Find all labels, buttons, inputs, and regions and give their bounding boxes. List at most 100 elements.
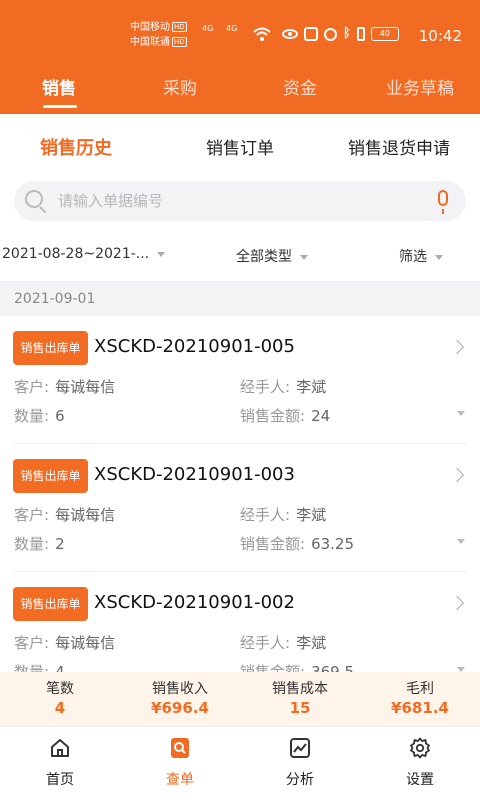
summary-profit: 毛利 ¥681.4 (360, 680, 480, 718)
filter-bar: 2021-08-28~2021-... 全部类型 筛选 (0, 228, 480, 282)
order-number: XSCKD-20210901-005 (94, 336, 295, 357)
nav-analysis[interactable]: 分析 (240, 737, 360, 789)
quantity-field: 数量: 2 (14, 533, 65, 554)
vibrate-icon (356, 27, 365, 41)
amount-label: 销售金额: (240, 663, 306, 672)
nav-home[interactable]: 首页 (0, 737, 120, 789)
subtab-sales-return[interactable]: 销售退货申请 (348, 134, 450, 159)
order-number: XSCKD-20210901-003 (94, 464, 295, 485)
amount-value: 63.25 (311, 535, 355, 553)
sub-tabs: 销售历史 销售订单 销售退货申请 (0, 114, 480, 176)
handler-value: 李斌 (296, 378, 327, 396)
amount-value: 369.5 (311, 663, 355, 672)
summary-cost: 销售成本 15 (240, 680, 360, 718)
carrier-info: 中国移动 HD 中国联通 HD (130, 20, 187, 50)
status-bar: 中国移动 HD 中国联通 HD 4G 4G ᛒ 40 10:42 (0, 0, 480, 58)
bottom-nav: 首页 查单 分析 设置 (0, 726, 480, 800)
chevron-down-icon (300, 254, 308, 260)
nav-label: 设置 (406, 772, 434, 788)
quantity-label: 数量: (14, 663, 50, 672)
tab-sales[interactable]: 销售 (42, 74, 76, 99)
signal-2-label: 4G (226, 24, 238, 33)
app-header: 中国移动 HD 中国联通 HD 4G 4G ᛒ 40 10:42 销售 采购 资金 … (0, 0, 480, 114)
summary-value: ¥696.4 (151, 699, 209, 717)
wifi-icon (253, 27, 271, 41)
expand-icon[interactable] (457, 411, 465, 416)
order-card[interactable]: 销售出库单 XSCKD-20210901-003 客户: 每诚每信 经手人: 李斌 … (0, 444, 480, 572)
summary-label: 销售成本 (272, 681, 328, 697)
screen-filter-label: 筛选 (399, 249, 427, 265)
handler-label: 经手人: (240, 506, 291, 524)
customer-value: 每诚每信 (55, 378, 116, 396)
chevron-right-icon[interactable] (449, 467, 465, 483)
home-icon (51, 739, 69, 757)
summary-value: 4 (54, 699, 66, 717)
handler-field: 经手人: 李斌 (240, 632, 326, 653)
bluetooth-icon: ᛒ (343, 26, 351, 41)
customer-label: 客户: (14, 378, 50, 396)
search-icon (25, 190, 43, 208)
amount-field: 销售金额: 369.5 (240, 661, 354, 672)
type-filter-label: 全部类型 (236, 249, 292, 265)
quantity-label: 数量: (14, 407, 50, 425)
quantity-field: 数量: 4 (14, 661, 65, 672)
expand-icon[interactable] (457, 539, 465, 544)
order-card[interactable]: 销售出库单 XSCKD-20210901-002 客户: 每诚每信 经手人: 李斌 … (0, 572, 480, 672)
summary-label: 销售收入 (152, 681, 208, 697)
hd-badge: HD (172, 22, 187, 32)
signal-1-label: 4G (202, 24, 214, 33)
chevron-down-icon (157, 251, 166, 257)
active-tab-indicator (43, 105, 77, 108)
customer-field: 客户: 每诚每信 (14, 504, 115, 525)
date-group-label: 2021-09-01 (14, 291, 96, 307)
tab-funds[interactable]: 资金 (283, 74, 317, 99)
chevron-right-icon[interactable] (449, 339, 465, 355)
quantity-field: 数量: 6 (14, 405, 65, 426)
carrier-2: 中国联通 (130, 37, 170, 48)
type-filter[interactable]: 全部类型 (236, 246, 308, 266)
handler-value: 李斌 (296, 506, 327, 524)
nav-search-order[interactable]: 查单 (120, 737, 240, 789)
handler-value: 李斌 (296, 634, 327, 652)
amount-field: 销售金额: 63.25 (240, 533, 354, 554)
amount-label: 销售金额: (240, 407, 306, 425)
summary-label: 毛利 (406, 681, 434, 697)
search-input[interactable] (58, 181, 428, 221)
handler-field: 经手人: 李斌 (240, 376, 326, 397)
amount-value: 24 (311, 407, 331, 425)
summary-label: 笔数 (46, 681, 74, 697)
top-tabs: 销售 采购 资金 业务草稿 (0, 68, 480, 108)
order-list: 销售出库单 XSCKD-20210901-005 客户: 每诚每信 经手人: 李斌 … (0, 316, 480, 672)
battery-icon: 40 (370, 27, 399, 41)
quantity-label: 数量: (14, 535, 50, 553)
search-bar (14, 181, 466, 221)
summary-value: 15 (289, 699, 311, 717)
date-range-label: 2021-08-28~2021-... (2, 246, 150, 262)
tab-purchase[interactable]: 采购 (163, 74, 197, 99)
chart-icon (290, 738, 310, 758)
nav-settings[interactable]: 设置 (360, 737, 480, 789)
order-number: XSCKD-20210901-002 (94, 592, 295, 613)
order-card[interactable]: 销售出库单 XSCKD-20210901-005 客户: 每诚每信 经手人: 李斌 … (0, 316, 480, 444)
date-range-filter[interactable]: 2021-08-28~2021-... (2, 246, 166, 262)
status-icons: ᛒ 40 (282, 27, 399, 41)
chevron-right-icon[interactable] (449, 595, 465, 611)
tab-drafts[interactable]: 业务草稿 (386, 74, 454, 99)
date-group-header: 2021-09-01 (0, 282, 480, 316)
order-type-badge: 销售出库单 (13, 331, 88, 365)
subtab-sales-history[interactable]: 销售历史 (40, 134, 112, 160)
amount-field: 销售金额: 24 (240, 405, 330, 426)
quantity-value: 6 (55, 407, 65, 425)
order-type-badge: 销售出库单 (13, 459, 88, 493)
subtab-sales-orders[interactable]: 销售订单 (206, 134, 274, 159)
summary-revenue: 销售收入 ¥696.4 (120, 680, 240, 718)
clock: 10:42 (418, 27, 462, 45)
screen-filter[interactable]: 筛选 (399, 246, 443, 266)
customer-label: 客户: (14, 634, 50, 652)
summary-count: 笔数 4 (0, 680, 120, 718)
customer-field: 客户: 每诚每信 (14, 376, 115, 397)
quantity-value: 4 (55, 663, 65, 672)
gear-icon (410, 737, 430, 759)
microphone-icon[interactable] (438, 190, 448, 214)
handler-field: 经手人: 李斌 (240, 504, 326, 525)
